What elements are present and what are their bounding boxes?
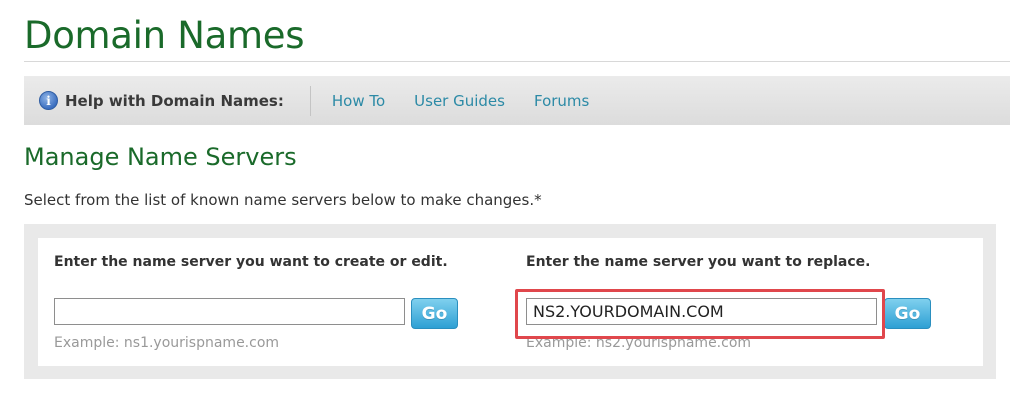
help-label-text: Help with Domain Names: (65, 91, 284, 110)
help-bar: i Help with Domain Names: How To User Gu… (24, 76, 1010, 125)
help-link-user-guides[interactable]: User Guides (414, 92, 505, 110)
name-server-form: Enter the name server you want to create… (38, 238, 983, 366)
replace-example-text: Example: ns2.yourispname.com (526, 335, 752, 351)
page-title: Domain Names (24, 14, 305, 57)
title-divider (24, 61, 1010, 62)
name-server-form-panel: Enter the name server you want to create… (24, 224, 996, 379)
help-link-how-to[interactable]: How To (332, 92, 385, 110)
replace-name-server-label: Enter the name server you want to replac… (526, 254, 871, 270)
create-name-server-input[interactable] (54, 298, 405, 325)
create-name-server-label: Enter the name server you want to create… (54, 254, 448, 270)
help-link-forums[interactable]: Forums (534, 92, 589, 110)
replace-go-button[interactable]: Go (884, 298, 931, 329)
create-go-button[interactable]: Go (411, 298, 458, 329)
help-label: i Help with Domain Names: (24, 85, 311, 116)
info-icon: i (39, 91, 58, 110)
replace-name-server-input[interactable] (526, 298, 877, 325)
section-description: Select from the list of known name serve… (24, 191, 542, 209)
section-title: Manage Name Servers (24, 143, 297, 171)
create-example-text: Example: ns1.yourispname.com (54, 335, 280, 351)
